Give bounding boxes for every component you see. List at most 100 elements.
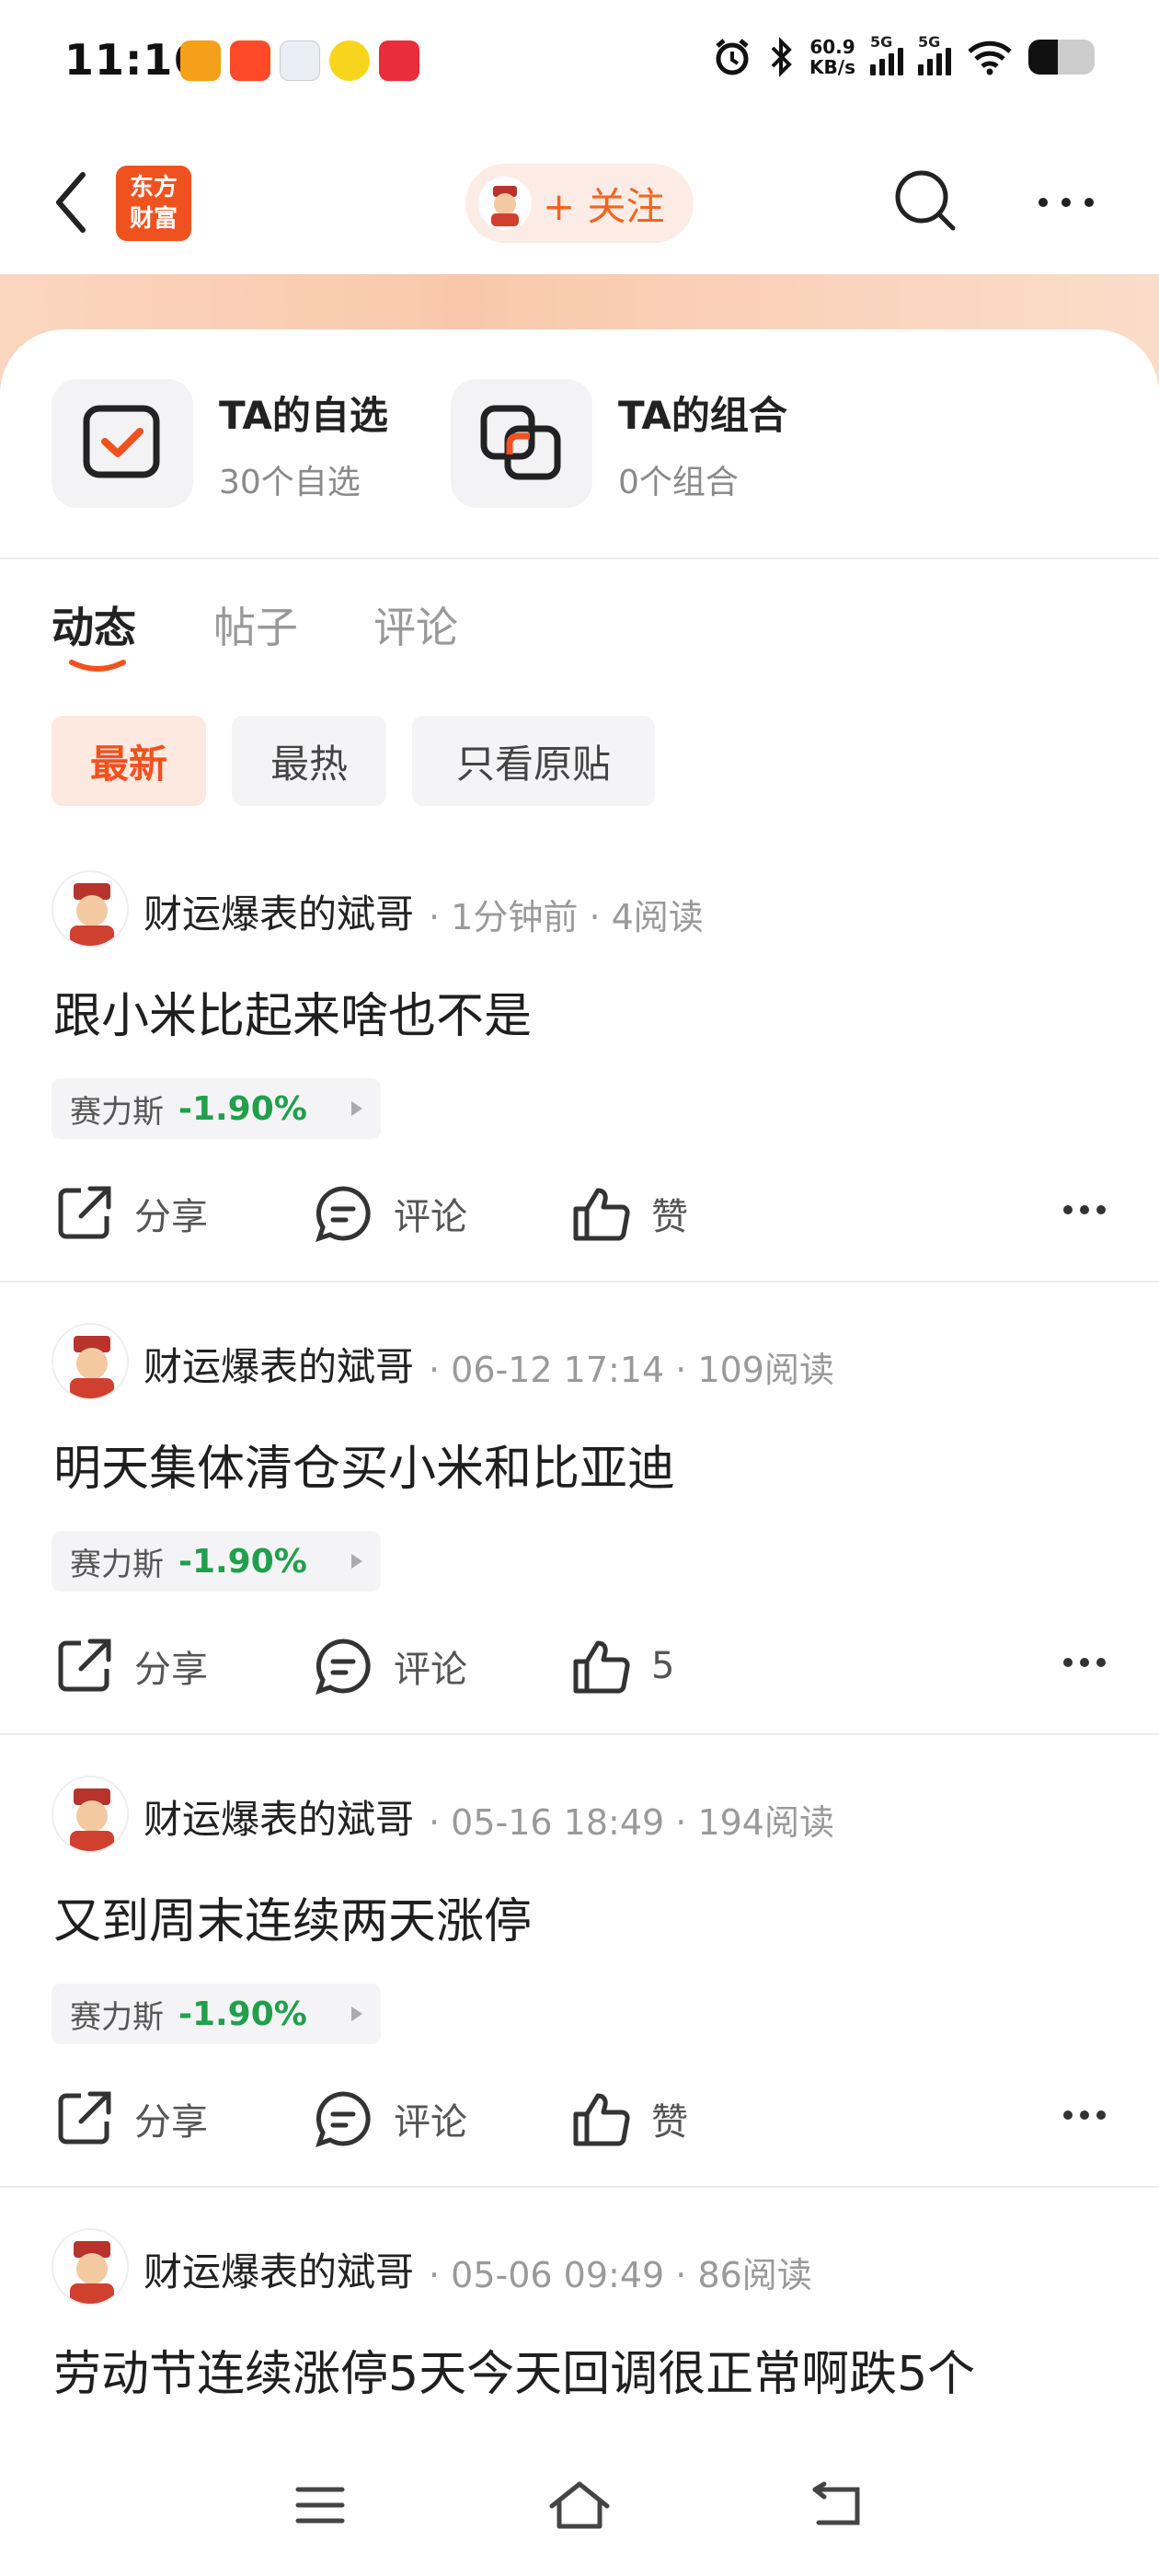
eastmoney-logo: 东方 财富 — [116, 166, 191, 241]
post-content[interactable]: 跟小米比起来啥也不是 — [53, 977, 532, 1046]
author-avatar[interactable] — [52, 2228, 129, 2306]
back-nav-icon[interactable] — [808, 2480, 866, 2532]
stock-change: -1.90% — [178, 1995, 307, 2033]
post-time: 05-06 09:49 — [451, 2255, 665, 2295]
caishen-avatar-icon — [70, 883, 114, 946]
post-time: 1分钟前 — [451, 897, 579, 937]
post-content[interactable]: 明天集体清仓买小米和比亚迪 — [53, 1430, 675, 1499]
portfolio-title: TA的组合 — [618, 392, 787, 438]
like-button[interactable]: 赞 — [570, 1183, 688, 1244]
share-label: 分享 — [134, 1196, 208, 1238]
caishen-avatar-icon — [70, 1336, 114, 1398]
share-button[interactable]: 分享 — [53, 1183, 208, 1244]
share-button[interactable]: 分享 — [53, 1636, 208, 1696]
author-name[interactable]: 财运爆表的斌哥 — [143, 883, 414, 939]
top-nav-bar: 东方 财富 + 关注 — [0, 129, 1159, 276]
author-name[interactable]: 财运爆表的斌哥 — [143, 1788, 414, 1845]
alarm-icon — [716, 39, 749, 75]
fruit-app-icon — [329, 40, 370, 81]
more-options-icon[interactable] — [1034, 184, 1098, 221]
portfolio-tile-icon-box — [451, 379, 592, 508]
share-button[interactable]: 分享 — [53, 2088, 208, 2149]
share-label: 分享 — [134, 2101, 208, 2144]
post-item[interactable]: 财运爆表的斌哥 · 05-16 18:49 · 194阅读 又到周末连续两天涨停… — [0, 1776, 1159, 2228]
tab-dynamics[interactable]: 动态 — [52, 594, 136, 655]
signal-sim1-icon: 5G — [870, 33, 903, 75]
network-speed-unit: KB/s — [809, 56, 855, 78]
network-speed: 60.9 KB/s — [809, 37, 855, 77]
sim2-label: 5G — [918, 33, 941, 51]
post-item[interactable]: 财运爆表的斌哥 · 1分钟前 · 4阅读 跟小米比起来啥也不是 赛力斯 -1.9… — [0, 870, 1159, 1323]
author-avatar[interactable] — [52, 1776, 129, 1853]
post-time: 05-16 18:49 — [451, 1802, 665, 1843]
stock-name: 赛力斯 — [70, 1093, 164, 1131]
wifi-icon — [968, 40, 1012, 75]
portfolio-icon — [480, 405, 561, 480]
share-icon — [58, 1186, 111, 1239]
comment-button[interactable]: 评论 — [313, 2088, 467, 2149]
filter-original-only[interactable]: 只看原贴 — [412, 716, 655, 806]
back-arrow-icon[interactable] — [46, 166, 101, 239]
follow-label: + 关注 — [543, 183, 665, 229]
active-tab-indicator — [69, 660, 126, 672]
stock-name: 赛力斯 — [70, 1998, 164, 2036]
like-button[interactable]: 赞 — [570, 2088, 688, 2149]
tab-posts[interactable]: 帖子 — [213, 594, 298, 655]
post-more-icon[interactable] — [1063, 2110, 1106, 2120]
post-more-icon[interactable] — [1063, 1658, 1106, 1667]
post-meta: · 05-06 09:49 · 86阅读 — [429, 2255, 812, 2295]
checkbox-icon — [83, 405, 160, 478]
post-reads: 109阅读 — [697, 1350, 834, 1390]
stock-tag[interactable]: 赛力斯 -1.90% — [52, 1984, 381, 2044]
post-reads: 86阅读 — [697, 2255, 812, 2295]
store-app-icon — [379, 40, 419, 81]
filter-latest[interactable]: 最新 — [52, 716, 206, 806]
follow-button[interactable]: + 关注 — [465, 164, 694, 243]
portfolio-tile[interactable]: TA的组合 0个组合 — [451, 379, 787, 508]
post-item[interactable]: 财运爆表的斌哥 · 05-06 09:49 · 86阅读 劳动节连续涨停5天今天… — [0, 2228, 1159, 2436]
taobao-app-icon — [230, 40, 270, 81]
menu-icon[interactable] — [293, 2482, 348, 2528]
post-time: 06-12 17:14 — [451, 1350, 665, 1390]
stock-change: -1.90% — [178, 1089, 307, 1128]
comment-label: 评论 — [394, 1649, 467, 1691]
portfolio-count: 0个组合 — [618, 463, 739, 501]
author-name[interactable]: 财运爆表的斌哥 — [143, 2241, 414, 2297]
stock-arrow-icon — [351, 2007, 362, 2021]
filter-hottest[interactable]: 最热 — [232, 716, 386, 806]
like-button[interactable]: 5 — [570, 1636, 674, 1696]
section-divider — [0, 558, 1159, 559]
tianhong-app-icon — [180, 40, 221, 81]
home-icon[interactable] — [546, 2477, 613, 2532]
share-label: 分享 — [134, 1649, 208, 1691]
author-name[interactable]: 财运爆表的斌哥 — [143, 1336, 414, 1392]
watchlist-tile[interactable]: TA的自选 30个自选 — [52, 379, 388, 508]
comment-label: 评论 — [394, 2101, 467, 2144]
stock-tag[interactable]: 赛力斯 -1.90% — [52, 1531, 381, 1592]
comment-label: 评论 — [394, 1196, 467, 1238]
author-avatar[interactable] — [52, 870, 129, 948]
maps-app-icon — [280, 40, 320, 81]
comment-icon — [316, 2091, 371, 2147]
comment-button[interactable]: 评论 — [313, 1183, 467, 1244]
post-content[interactable]: 又到周末连续两天涨停 — [53, 1882, 532, 1951]
watchlist-count: 30个自选 — [219, 463, 361, 501]
comment-button[interactable]: 评论 — [313, 1636, 467, 1696]
post-more-icon[interactable] — [1063, 1205, 1106, 1214]
caishen-avatar-icon — [70, 1788, 114, 1851]
post-item[interactable]: 财运爆表的斌哥 · 06-12 17:14 · 109阅读 明天集体清仓买小米和… — [0, 1323, 1159, 1776]
share-icon — [58, 1639, 111, 1692]
post-reads: 4阅读 — [611, 897, 704, 937]
comment-icon — [316, 1639, 371, 1695]
system-icons: 60.9 KB/s 5G 5G — [712, 33, 1095, 77]
post-content[interactable]: 劳动节连续涨停5天今天回调很正常啊跌5个 — [53, 2335, 975, 2404]
stock-change: -1.90% — [178, 1542, 307, 1581]
post-divider — [0, 2186, 1159, 2188]
thumbs-up-icon — [573, 1188, 630, 1241]
caishen-avatar-icon — [478, 177, 532, 230]
author-avatar[interactable] — [52, 1323, 129, 1400]
search-icon[interactable] — [889, 164, 962, 237]
stock-tag[interactable]: 赛力斯 -1.90% — [52, 1078, 381, 1139]
tab-comments[interactable]: 评论 — [373, 594, 458, 655]
system-nav-bar — [0, 2436, 1159, 2576]
